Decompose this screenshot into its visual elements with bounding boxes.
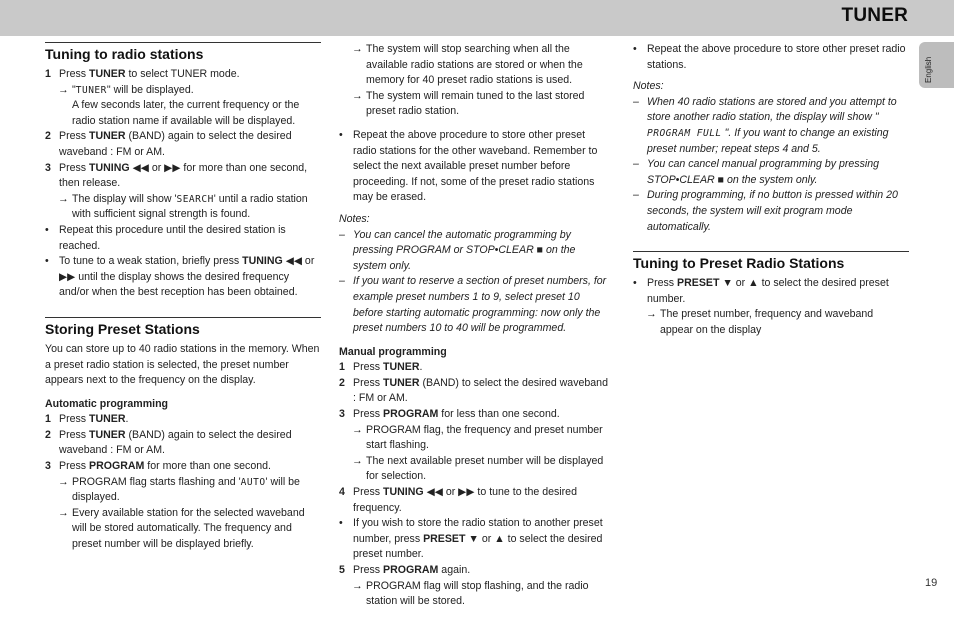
language-tab: English xyxy=(919,42,954,88)
lcd-text: TUNER xyxy=(75,84,107,96)
arrow-icon: → xyxy=(352,454,363,467)
arrow-icon: → xyxy=(58,475,69,488)
column-2: → The system will stop searching when all… xyxy=(339,42,611,610)
notes-title: Notes: xyxy=(633,80,664,93)
storing-intro: You can store up to 40 radio stations in… xyxy=(45,342,320,387)
bullet-item: • Repeat this procedure until the desired… xyxy=(45,223,321,254)
arrow-icon: → xyxy=(646,308,657,321)
bullet-icon: • xyxy=(45,255,49,268)
arrow-icon: → xyxy=(58,83,69,96)
step-2: 2 Press TUNER (BAND) again to select the … xyxy=(45,130,292,158)
note-item: – You can cancel the automatic programmin… xyxy=(339,228,576,272)
header-bar: TUNER xyxy=(0,0,954,36)
arrow-icon: → xyxy=(352,43,363,55)
manual-step-3: 3 Press PROGRAM for less than one second. xyxy=(339,408,560,421)
section-title-tuning: Tuning to radio stations xyxy=(45,42,321,63)
note-item: – If you want to reserve a section of pre… xyxy=(339,275,607,335)
manual-step-1: 1 Press TUNER. xyxy=(339,361,423,374)
language-label: English xyxy=(924,56,933,83)
manual-step-4: 4 Press TUNING ◀◀ or ▶▶ to tune to the de… xyxy=(339,486,577,514)
bullet-item: • Press PRESET ▼ or ▲ to select the desir… xyxy=(633,276,909,307)
page-number: 19 xyxy=(925,577,938,589)
section-title-storing: Storing Preset Stations xyxy=(45,316,321,338)
column-3: • Repeat the above procedure to store oth… xyxy=(633,42,909,339)
manual-step-5: 5 Press PROGRAM again. xyxy=(339,564,471,576)
step-3-result: → The display will show 'SEARCH' until a … xyxy=(45,192,321,223)
manual-step-3-result: → The next available preset number will b… xyxy=(339,454,611,485)
note-item: – When 40 radio stations are stored and y… xyxy=(633,95,897,155)
notes-title: Notes: xyxy=(339,212,370,225)
lcd-text: AUTO xyxy=(240,476,266,488)
lcd-text: PROGRAM FULL xyxy=(647,127,722,139)
auto-step-3-result: → Every available station for the selecte… xyxy=(45,506,321,553)
manual-step-5-result: → PROGRAM flag will stop flashing, and th… xyxy=(339,579,611,610)
bullet-icon: • xyxy=(339,128,343,141)
note-item: – You can cancel manual programming by pr… xyxy=(633,158,880,186)
bullet-icon: • xyxy=(45,223,49,236)
auto-step-2: 2 Press TUNER (BAND) again to select the … xyxy=(45,428,292,457)
auto-step-3-result: → PROGRAM flag starts flashing and 'AUTO'… xyxy=(45,475,321,506)
auto-result: → The system will stop searching when all… xyxy=(339,42,611,89)
manual-step-3-result: → PROGRAM flag, the frequency and preset … xyxy=(339,423,611,454)
bullet-item: • To tune to a weak station, briefly pres… xyxy=(45,254,321,301)
section-title-preset: Tuning to Preset Radio Stations xyxy=(633,251,909,272)
arrow-icon: → xyxy=(58,506,69,519)
preset-result: → The preset number, frequency and waveba… xyxy=(633,307,909,338)
step-1-note: A few seconds later, the current frequen… xyxy=(72,99,300,127)
bullet-icon: • xyxy=(633,277,637,290)
bullet-item: • If you wish to store the radio station … xyxy=(339,516,611,563)
arrow-icon: → xyxy=(352,423,363,436)
bullet-item: • Repeat the above procedure to store oth… xyxy=(633,42,909,73)
bullet-item: • Repeat the above procedure to store oth… xyxy=(339,128,611,206)
auto-step-3: 3 Press PROGRAM for more than one second. xyxy=(45,460,271,473)
auto-result: → The system will remain tuned to the las… xyxy=(339,89,611,120)
subsection-title-manual: Manual programming xyxy=(339,345,447,358)
step-1: 1 Press TUNER to select TUNER mode. xyxy=(45,68,240,80)
bullet-icon: • xyxy=(633,43,637,55)
arrow-icon: → xyxy=(352,89,363,102)
step-1-result: → "TUNER" will be displayed. xyxy=(45,83,321,99)
bullet-icon: • xyxy=(339,517,343,530)
lcd-text: SEARCH xyxy=(176,193,214,205)
step-3: 3 Press TUNING ◀◀ or ▶▶ for more than one… xyxy=(45,161,308,190)
auto-step-1: 1 Press TUNER. xyxy=(45,413,129,426)
column-1: Tuning to radio stations 1 Press TUNER to… xyxy=(45,42,321,553)
note-item: – During programming, if no button is pre… xyxy=(633,189,898,233)
manual-step-2: 2 Press TUNER (BAND) to select the desire… xyxy=(339,376,608,405)
arrow-icon: → xyxy=(58,192,69,205)
arrow-icon: → xyxy=(352,579,363,592)
page-title: TUNER xyxy=(841,5,908,26)
subsection-title-automatic: Automatic programming xyxy=(45,397,169,410)
